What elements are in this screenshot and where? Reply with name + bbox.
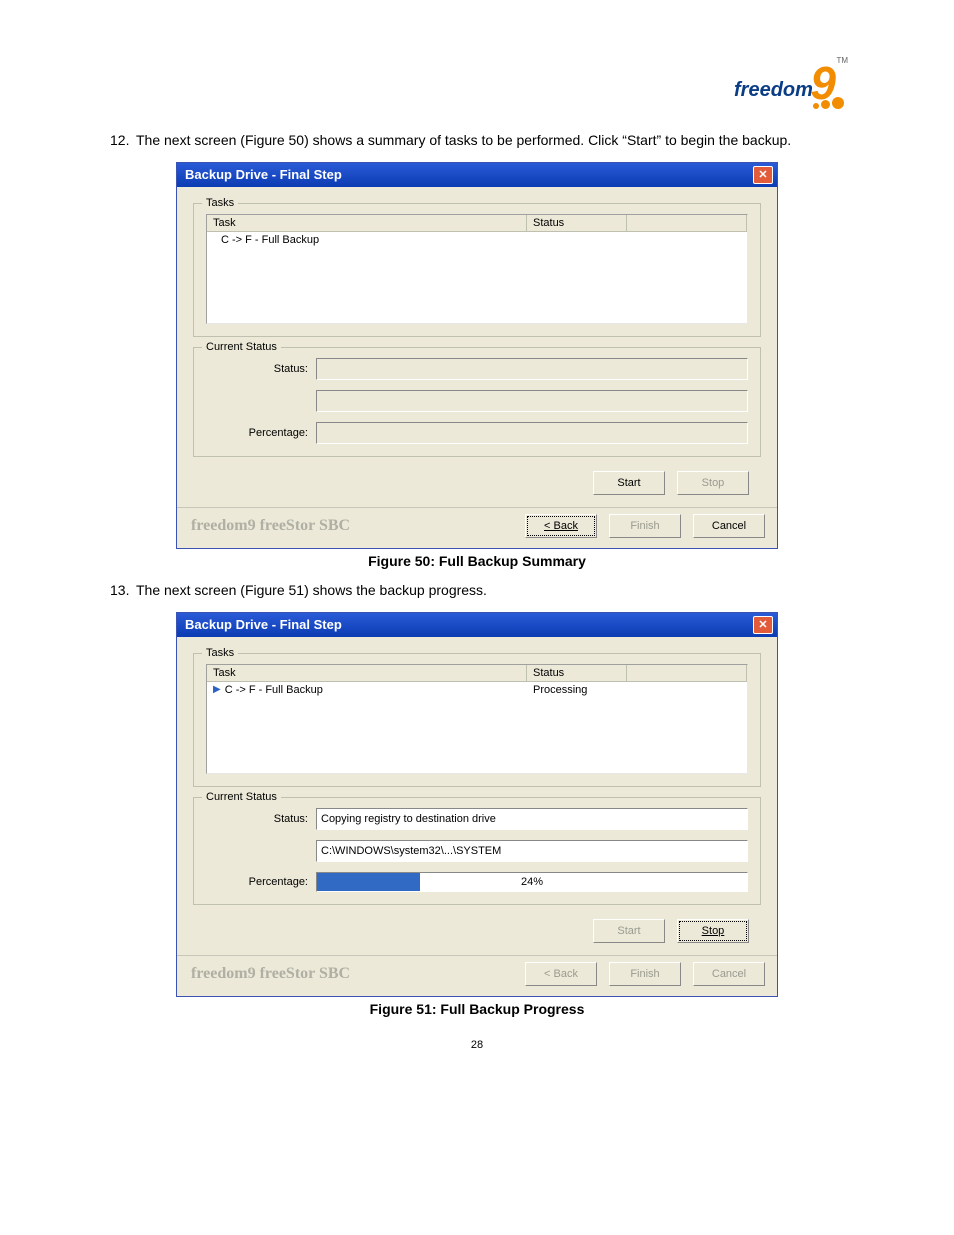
stop-button[interactable]: Stop xyxy=(677,919,749,943)
progress-text: 24% xyxy=(317,873,747,891)
list-text: The next screen (Figure 50) shows a summ… xyxy=(136,132,791,148)
status-value-1: Copying registry to destination drive xyxy=(316,808,748,830)
status-grid: Status: Copying registry to destination … xyxy=(206,808,748,892)
close-button[interactable]: ✕ xyxy=(753,166,773,184)
list-number: 12. xyxy=(110,131,136,150)
logo-text: freedom xyxy=(734,79,813,102)
close-icon: ✕ xyxy=(758,618,767,631)
dialog-footer: freedom9 freeStor SBC < Back Finish Canc… xyxy=(177,508,777,548)
dialog-title: Backup Drive - Final Step xyxy=(185,167,342,182)
step-12-text: 12.The next screen (Figure 50) shows a s… xyxy=(110,131,844,150)
status-label: Status: xyxy=(206,813,316,825)
task-text: C -> F - Full Backup xyxy=(225,684,323,696)
status-label: Status: xyxy=(206,363,316,375)
tasks-legend: Tasks xyxy=(202,647,238,659)
table-row[interactable]: C -> F - Full Backup xyxy=(207,232,747,248)
finish-button: Finish xyxy=(609,962,681,986)
back-button: < Back xyxy=(525,962,597,986)
figure-50-caption: Figure 50: Full Backup Summary xyxy=(110,553,844,569)
back-button[interactable]: < Back xyxy=(525,514,597,538)
stop-button: Stop xyxy=(677,471,749,495)
tasks-group: Tasks Task Status C -> F - Full Backup xyxy=(193,203,761,337)
status-value-2 xyxy=(316,390,748,412)
figure-51-caption: Figure 51: Full Backup Progress xyxy=(110,1001,844,1017)
close-button[interactable]: ✕ xyxy=(753,616,773,634)
list-text: The next screen (Figure 51) shows the ba… xyxy=(136,582,487,598)
tasks-legend: Tasks xyxy=(202,197,238,209)
tasks-header: Task Status xyxy=(207,665,747,682)
dialog-backup-final-step-51: Backup Drive - Final Step ✕ Tasks Task S… xyxy=(176,612,778,997)
tasks-listview[interactable]: Task Status ▶ C -> F - Full Backup Proce… xyxy=(206,664,748,774)
col-blank xyxy=(627,215,747,232)
task-text: C -> F - Full Backup xyxy=(221,234,319,246)
current-status-legend: Current Status xyxy=(202,791,281,803)
finish-button: Finish xyxy=(609,514,681,538)
status-value-2: C:\WINDOWS\system32\...\SYSTEM xyxy=(316,840,748,862)
start-button[interactable]: Start xyxy=(593,471,665,495)
progress-bar: 24% xyxy=(316,872,748,892)
tasks-listview[interactable]: Task Status C -> F - Full Backup xyxy=(206,214,748,324)
document-page: freedom 9 TM 12.The next screen (Figure … xyxy=(0,0,954,1091)
start-stop-row: Start Stop xyxy=(193,467,761,499)
dialog-backup-final-step-50: Backup Drive - Final Step ✕ Tasks Task S… xyxy=(176,162,778,549)
play-arrow-icon: ▶ xyxy=(213,684,221,695)
logo-dots-icon xyxy=(813,96,844,112)
percentage-label: Percentage: xyxy=(206,876,316,888)
brand-text: freedom9 freeStor SBC xyxy=(191,517,350,535)
current-status-group: Current Status Status: Percentage: xyxy=(193,347,761,457)
close-icon: ✕ xyxy=(758,168,767,181)
dialog-titlebar[interactable]: Backup Drive - Final Step ✕ xyxy=(177,613,777,637)
dialog-titlebar[interactable]: Backup Drive - Final Step ✕ xyxy=(177,163,777,187)
step-13-text: 13.The next screen (Figure 51) shows the… xyxy=(110,581,844,600)
freedom9-logo: freedom 9 TM xyxy=(734,60,844,120)
col-task[interactable]: Task xyxy=(207,215,527,232)
brand-text: freedom9 freeStor SBC xyxy=(191,965,350,983)
task-cell: ▶ C -> F - Full Backup xyxy=(207,682,527,698)
col-blank xyxy=(627,665,747,682)
page-number: 28 xyxy=(110,1039,844,1051)
status-value-1 xyxy=(316,358,748,380)
dialog-body: Tasks Task Status C -> F - Full Backup xyxy=(177,187,777,507)
wizard-buttons: < Back Finish Cancel xyxy=(525,962,765,986)
current-status-legend: Current Status xyxy=(202,341,281,353)
start-button: Start xyxy=(593,919,665,943)
tasks-group: Tasks Task Status ▶ C -> F - Full Backup… xyxy=(193,653,761,787)
back-label: < Back xyxy=(544,520,578,532)
col-status[interactable]: Status xyxy=(527,665,627,682)
logo-tm: TM xyxy=(836,56,848,65)
dialog-body: Tasks Task Status ▶ C -> F - Full Backup… xyxy=(177,637,777,955)
list-number: 13. xyxy=(110,581,136,600)
status-grid: Status: Percentage: xyxy=(206,358,748,444)
status-cell xyxy=(527,232,627,248)
stop-label: Stop xyxy=(702,925,725,937)
status-cell: Processing xyxy=(527,682,627,698)
logo-row: freedom 9 TM xyxy=(110,60,844,123)
dialog-footer: freedom9 freeStor SBC < Back Finish Canc… xyxy=(177,956,777,996)
table-row[interactable]: ▶ C -> F - Full Backup Processing xyxy=(207,682,747,698)
tasks-header: Task Status xyxy=(207,215,747,232)
percentage-label: Percentage: xyxy=(206,427,316,439)
start-stop-row: Start Stop xyxy=(193,915,761,947)
task-cell: C -> F - Full Backup xyxy=(207,232,527,248)
cancel-button[interactable]: Cancel xyxy=(693,514,765,538)
col-status[interactable]: Status xyxy=(527,215,627,232)
wizard-buttons: < Back Finish Cancel xyxy=(525,514,765,538)
current-status-group: Current Status Status: Copying registry … xyxy=(193,797,761,905)
dialog-title: Backup Drive - Final Step xyxy=(185,617,342,632)
cancel-button: Cancel xyxy=(693,962,765,986)
col-task[interactable]: Task xyxy=(207,665,527,682)
percentage-display xyxy=(316,422,748,444)
